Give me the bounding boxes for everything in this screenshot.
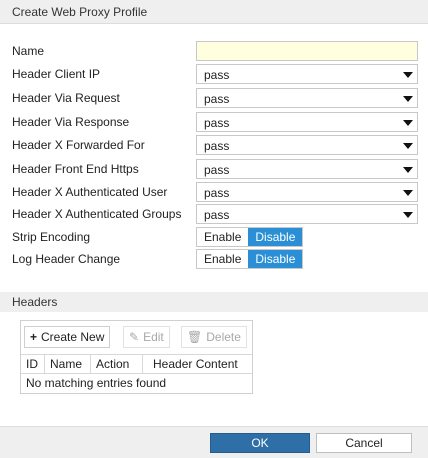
chevron-down-icon	[403, 212, 413, 218]
header-via-response-value: pass	[204, 116, 230, 130]
name-input[interactable]	[196, 41, 418, 61]
header-via-response-label: Header Via Response	[12, 115, 130, 129]
header-front-end-https-row: Header Front End Https pass	[0, 158, 428, 180]
header-x-authenticated-user-label: Header X Authenticated User	[12, 185, 168, 199]
dialog-title: Create Web Proxy Profile	[12, 5, 148, 19]
dialog-footer: OK Cancel	[0, 426, 428, 458]
strip-encoding-disable-option[interactable]: Disable	[248, 228, 303, 246]
header-client-ip-value: pass	[204, 68, 230, 82]
header-x-forwarded-for-row: Header X Forwarded For pass	[0, 134, 428, 156]
strip-encoding-label: Strip Encoding	[12, 230, 91, 244]
column-header-id[interactable]: ID	[21, 355, 45, 374]
cancel-button[interactable]: Cancel	[316, 433, 412, 453]
name-label: Name	[12, 44, 45, 58]
header-client-ip-row: Header Client IP pass	[0, 63, 428, 85]
strip-encoding-toggle: Enable Disable	[196, 227, 304, 247]
header-x-authenticated-groups-row: Header X Authenticated Groups pass	[0, 203, 428, 225]
delete-label: Delete	[206, 330, 241, 344]
chevron-down-icon	[403, 143, 413, 149]
delete-button[interactable]: 🗑 Delete	[181, 326, 247, 348]
headers-section-header: Headers	[0, 292, 428, 312]
header-front-end-https-value: pass	[204, 163, 230, 177]
header-via-response-select[interactable]: pass	[196, 112, 418, 132]
log-header-change-enable-option[interactable]: Enable	[197, 250, 249, 268]
log-header-change-label: Log Header Change	[12, 252, 121, 266]
header-x-authenticated-user-value: pass	[204, 186, 230, 200]
header-via-request-select[interactable]: pass	[196, 88, 418, 108]
header-x-authenticated-groups-value: pass	[204, 208, 230, 222]
header-x-authenticated-user-row: Header X Authenticated User pass	[0, 181, 428, 203]
log-header-change-toggle: Enable Disable	[196, 249, 304, 269]
strip-encoding-enable-option[interactable]: Enable	[197, 228, 249, 246]
pencil-icon: ✎	[129, 330, 140, 344]
edit-label: Edit	[143, 330, 164, 344]
header-x-forwarded-for-label: Header X Forwarded For	[12, 138, 145, 152]
chevron-down-icon	[403, 190, 413, 196]
column-header-action[interactable]: Action	[91, 355, 143, 374]
plus-icon: +	[30, 330, 38, 344]
trash-icon: 🗑	[187, 330, 203, 344]
chevron-down-icon	[403, 72, 413, 78]
headers-table-panel: + Create New ✎ Edit 🗑 Delete ID Name Action…	[20, 320, 253, 394]
header-x-authenticated-user-select[interactable]: pass	[196, 182, 418, 202]
header-front-end-https-select[interactable]: pass	[196, 159, 418, 179]
create-new-button[interactable]: + Create New	[24, 326, 111, 348]
edit-button[interactable]: ✎ Edit	[123, 326, 170, 348]
create-new-label: Create New	[41, 330, 105, 344]
column-header-header-content[interactable]: Header Content	[143, 355, 252, 374]
header-via-request-label: Header Via Request	[12, 91, 120, 105]
header-via-request-value: pass	[204, 92, 230, 106]
header-x-forwarded-for-select[interactable]: pass	[196, 135, 418, 155]
header-x-authenticated-groups-select[interactable]: pass	[196, 204, 418, 224]
empty-table-message: No matching entries found	[26, 376, 167, 390]
log-header-change-disable-option[interactable]: Disable	[248, 250, 303, 268]
ok-button[interactable]: OK	[210, 433, 310, 453]
header-client-ip-select[interactable]: pass	[196, 64, 418, 84]
chevron-down-icon	[403, 167, 413, 173]
dialog-title-bar: Create Web Proxy Profile	[0, 0, 428, 24]
log-header-change-row: Log Header Change Enable Disable	[0, 248, 428, 270]
header-x-forwarded-for-value: pass	[204, 139, 230, 153]
strip-encoding-row: Strip Encoding Enable Disable	[0, 226, 428, 248]
header-via-request-row: Header Via Request pass	[0, 87, 428, 109]
headers-section-title: Headers	[12, 295, 58, 309]
header-via-response-row: Header Via Response pass	[0, 111, 428, 133]
name-row: Name	[0, 40, 428, 62]
chevron-down-icon	[403, 120, 413, 126]
chevron-down-icon	[403, 96, 413, 102]
header-client-ip-label: Header Client IP	[12, 67, 101, 81]
headers-toolbar: + Create New ✎ Edit 🗑 Delete	[21, 321, 252, 353]
header-x-authenticated-groups-label: Header X Authenticated Groups	[12, 207, 182, 221]
header-front-end-https-label: Header Front End Https	[12, 162, 139, 176]
headers-table-header: ID Name Action Header Content	[21, 354, 252, 374]
column-header-name[interactable]: Name	[45, 355, 91, 374]
